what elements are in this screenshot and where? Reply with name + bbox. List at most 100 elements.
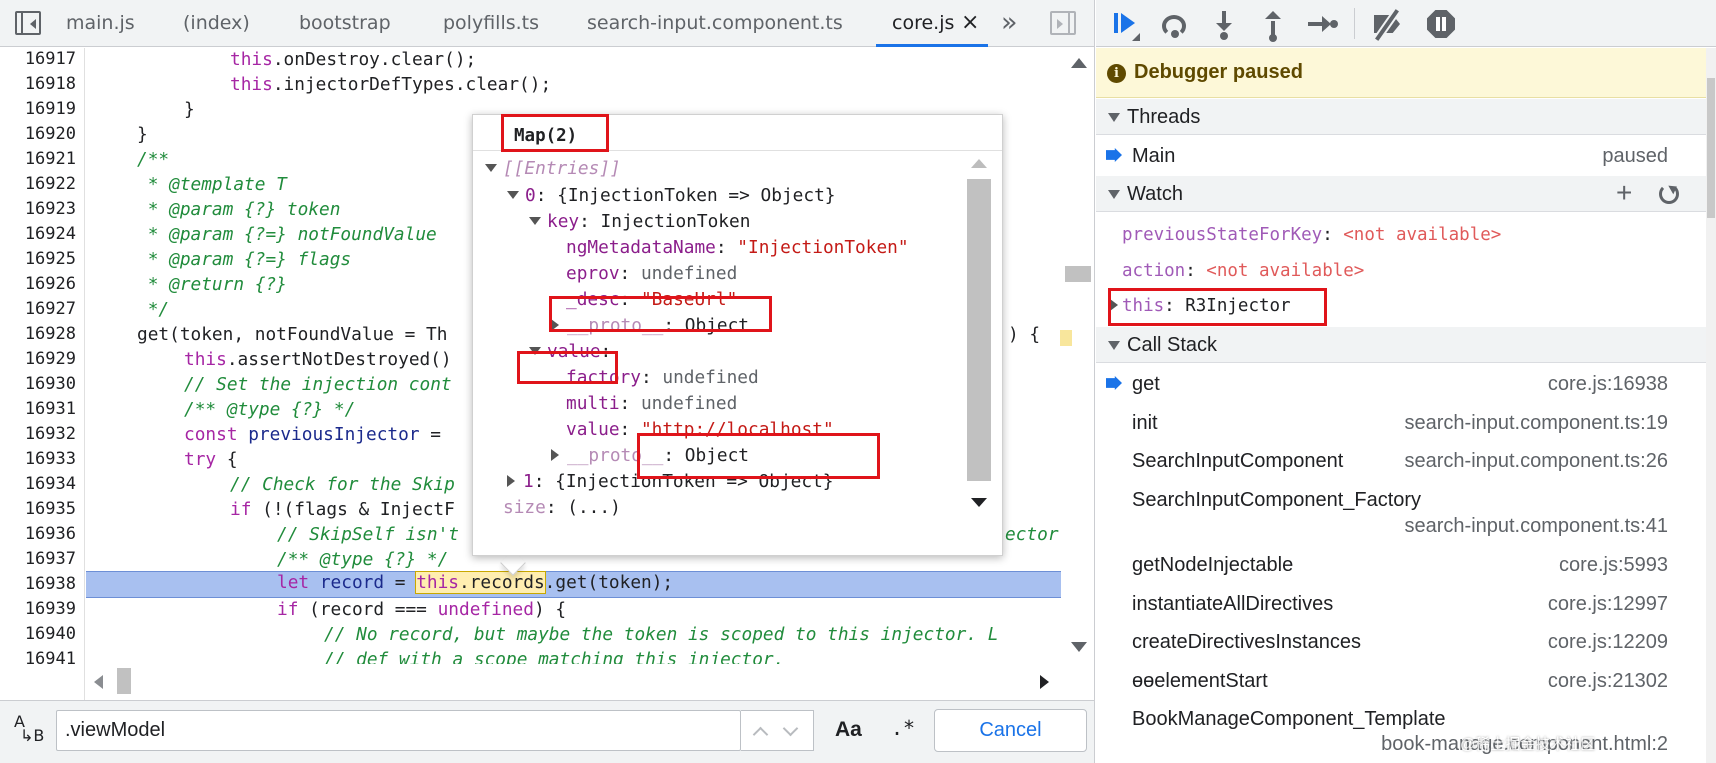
- expand-triangle-icon: [1108, 190, 1120, 199]
- watch-expression[interactable]: previousStateForKey: <not available>: [1122, 225, 1501, 245]
- step-over-button[interactable]: [1158, 7, 1192, 41]
- call-frame[interactable]: getNodeInjectable core.js:5993: [1096, 545, 1706, 583]
- chevron-down-icon[interactable]: [782, 720, 799, 737]
- scroll-thumb[interactable]: [1707, 78, 1715, 218]
- scroll-down-icon[interactable]: [971, 498, 987, 507]
- line-number[interactable]: 16934: [0, 474, 76, 494]
- refresh-icon[interactable]: [1659, 184, 1679, 204]
- line-number[interactable]: 16920: [0, 124, 76, 144]
- expand-triangle-icon[interactable]: [529, 217, 541, 225]
- tab-search-input-component-ts[interactable]: search-input.component.ts: [587, 0, 843, 47]
- line-number[interactable]: 16917: [0, 49, 76, 69]
- call-frame[interactable]: instantiateAllDirectives core.js:12997: [1096, 584, 1706, 622]
- line-number[interactable]: 16926: [0, 274, 76, 294]
- call-frame[interactable]: createDirectivesInstances core.js:12209: [1096, 622, 1706, 660]
- deactivate-breakpoints-button[interactable]: [1371, 7, 1405, 41]
- line-number[interactable]: 16933: [0, 449, 76, 469]
- line-number[interactable]: 16928: [0, 324, 76, 344]
- tab-main-js[interactable]: main.js: [66, 0, 135, 47]
- call-frame[interactable]: SearchInputComponent_Factory search-inpu…: [1096, 480, 1706, 542]
- tree-node-entry-0[interactable]: 0: {InjectionToken => Object}: [507, 185, 835, 206]
- search-input[interactable]: [56, 710, 741, 751]
- cancel-button[interactable]: Cancel: [934, 709, 1087, 752]
- step-out-button[interactable]: [1256, 7, 1290, 42]
- tab-polyfills-ts[interactable]: polyfills.ts: [443, 0, 539, 47]
- scroll-thumb[interactable]: [967, 179, 991, 481]
- paused-message: Debugger paused: [1134, 61, 1303, 83]
- scroll-up-icon[interactable]: [1071, 58, 1087, 68]
- step-into-button[interactable]: [1207, 7, 1241, 41]
- current-thread-arrow-icon: [1106, 148, 1122, 162]
- pause-on-exceptions-button[interactable]: [1424, 7, 1458, 41]
- match-case-button[interactable]: Aa: [835, 718, 862, 742]
- line-number[interactable]: 16932: [0, 424, 76, 444]
- tab-bootstrap[interactable]: bootstrap: [299, 0, 391, 47]
- tree-node-key[interactable]: key: InjectionToken: [529, 211, 750, 232]
- code-horizontal-scrollbar[interactable]: [86, 664, 1061, 698]
- scroll-down-icon[interactable]: [1071, 642, 1087, 652]
- add-watch-icon[interactable]: +: [1616, 179, 1632, 207]
- line-number[interactable]: 16937: [0, 549, 76, 569]
- scroll-right-icon[interactable]: [1040, 675, 1049, 689]
- line-number[interactable]: 16923: [0, 199, 76, 219]
- line-number[interactable]: 16922: [0, 174, 76, 194]
- code-line-current: let record = this.records.get(token);: [277, 571, 674, 594]
- line-number[interactable]: 16935: [0, 499, 76, 519]
- code-line: // No record, but maybe the token is sco…: [324, 624, 999, 645]
- line-number[interactable]: 16930: [0, 374, 76, 394]
- line-number[interactable]: 16918: [0, 74, 76, 94]
- toggle-navigator-icon[interactable]: [15, 11, 41, 35]
- line-number[interactable]: 16938: [0, 574, 76, 594]
- line-number[interactable]: 16940: [0, 624, 76, 644]
- threads-section-header[interactable]: Threads: [1096, 99, 1706, 135]
- frame-location: core.js:5993: [1559, 554, 1668, 576]
- scroll-left-icon[interactable]: [94, 675, 103, 689]
- expand-triangle-icon[interactable]: [485, 164, 497, 172]
- popover-scrollbar[interactable]: [963, 151, 995, 507]
- line-number[interactable]: 16929: [0, 349, 76, 369]
- line-number[interactable]: 16931: [0, 399, 76, 419]
- scroll-thumb[interactable]: [1065, 266, 1091, 282]
- frame-name: getNodeInjectable: [1132, 554, 1294, 576]
- collapsed-triangle-icon[interactable]: [551, 449, 559, 461]
- tab-core-js[interactable]: core.js: [892, 0, 954, 47]
- watch-expression[interactable]: action: <not available>: [1122, 261, 1364, 281]
- call-frame[interactable]: SearchInputComponent search-input.compon…: [1096, 441, 1706, 479]
- section-title: Threads: [1127, 106, 1201, 128]
- tree-prop-size[interactable]: size: (...): [503, 497, 621, 517]
- sidebar-scrollbar[interactable]: [1706, 48, 1716, 763]
- more-tabs-icon[interactable]: »: [1001, 0, 1018, 47]
- regex-button[interactable]: .*: [891, 716, 915, 740]
- tree-node-entries[interactable]: [[Entries]]: [485, 158, 621, 179]
- call-stack-section-header[interactable]: Call Stack: [1096, 327, 1706, 363]
- call-frame[interactable]: get core.js:16938: [1096, 364, 1706, 402]
- frame-name: get: [1132, 373, 1160, 395]
- watch-section-header[interactable]: Watch +: [1096, 176, 1706, 212]
- line-number[interactable]: 16936: [0, 524, 76, 544]
- expand-triangle-icon[interactable]: [507, 191, 519, 199]
- line-number[interactable]: 16927: [0, 299, 76, 319]
- scroll-up-icon[interactable]: [971, 159, 987, 168]
- line-number[interactable]: 16941: [0, 649, 76, 664]
- code-line: this.injectorDefTypes.clear();: [230, 74, 552, 95]
- chevron-up-icon[interactable]: [752, 726, 769, 743]
- line-number[interactable]: 16925: [0, 249, 76, 269]
- code-vertical-scrollbar[interactable]: [1062, 48, 1094, 656]
- tab-index[interactable]: (index): [183, 0, 250, 47]
- scroll-thumb[interactable]: [117, 668, 131, 694]
- close-tab-icon[interactable]: ×: [961, 0, 979, 47]
- thread-item-main[interactable]: Main paused: [1096, 136, 1706, 174]
- call-frame[interactable]: BookManageComponent_Template book-manage…: [1096, 700, 1706, 763]
- line-number[interactable]: 16919: [0, 99, 76, 119]
- code-line-tail: ) {: [1008, 324, 1041, 345]
- call-frame[interactable]: init search-input.component.ts:19: [1096, 403, 1706, 441]
- line-number[interactable]: 16924: [0, 224, 76, 244]
- call-frame[interactable]: ɵɵelementStart core.js:21302: [1096, 661, 1706, 699]
- replace-toggle-icon[interactable]: A ↳B: [14, 714, 44, 744]
- line-number[interactable]: 16921: [0, 149, 76, 169]
- toggle-debugger-icon[interactable]: [1050, 11, 1076, 35]
- collapsed-triangle-icon[interactable]: [507, 475, 515, 487]
- step-button[interactable]: [1304, 7, 1338, 41]
- line-number[interactable]: 16939: [0, 599, 76, 619]
- resume-button[interactable]: [1110, 7, 1144, 41]
